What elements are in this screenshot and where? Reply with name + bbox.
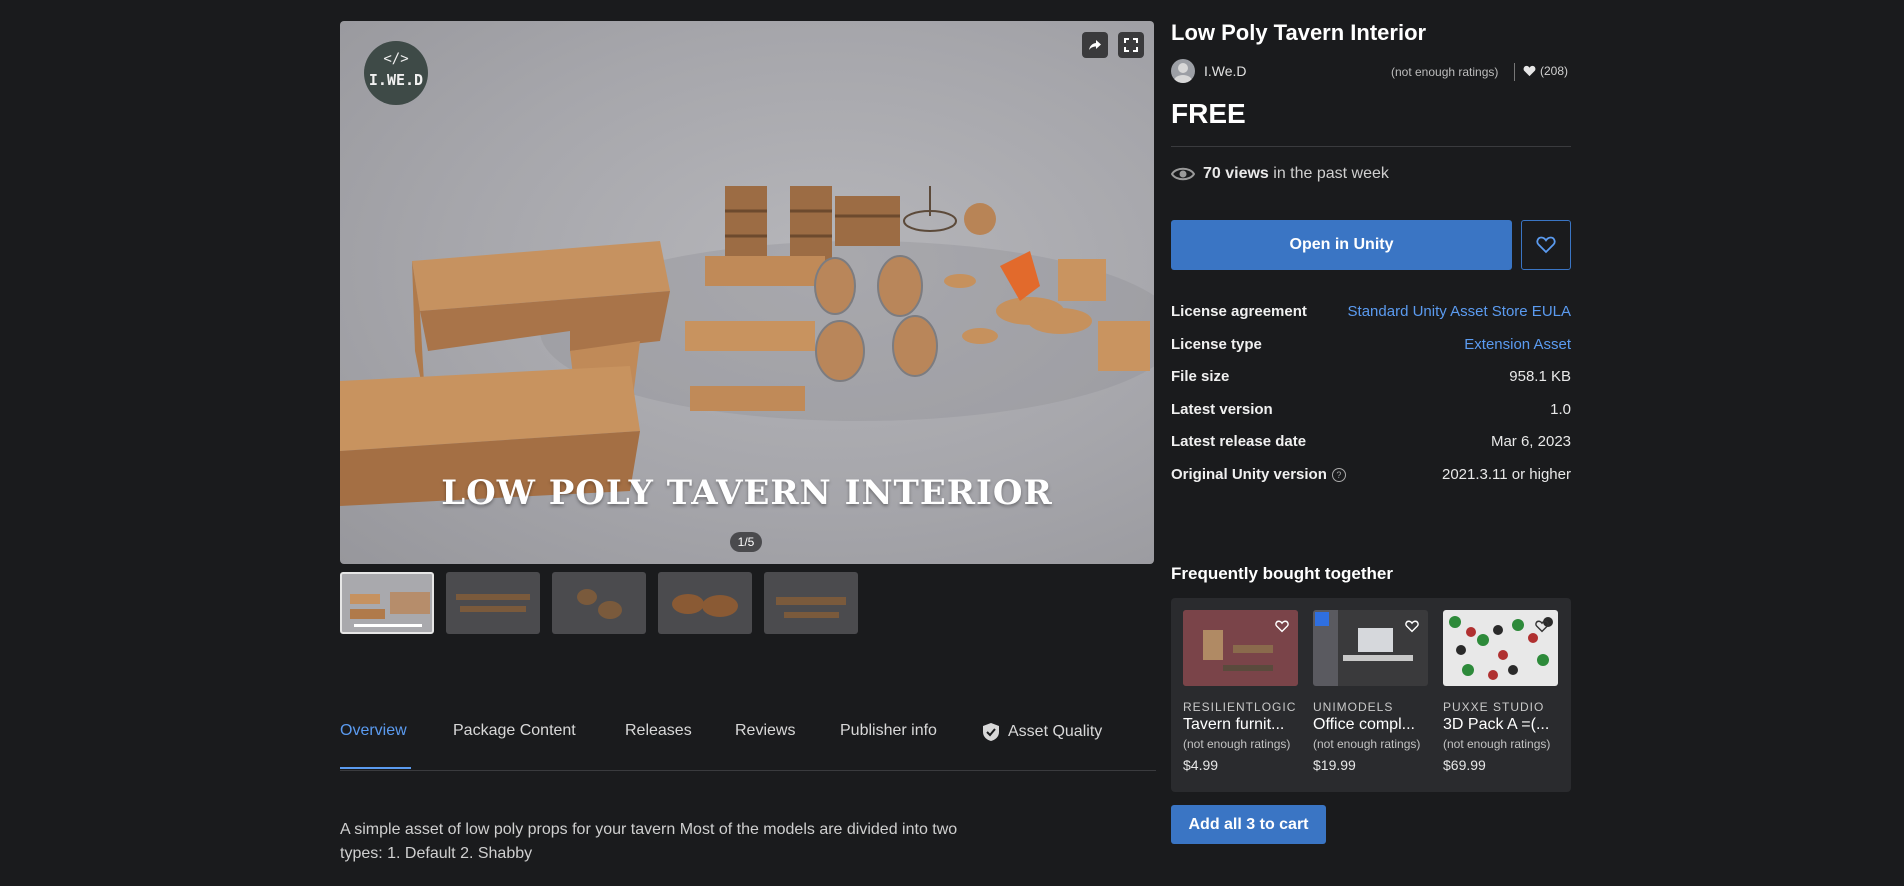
ratings-separator (1514, 63, 1515, 81)
fbt-item-publisher[interactable]: UNIMODELS (1313, 700, 1428, 714)
fbt-favorite-button[interactable] (1272, 616, 1292, 636)
fbt-item-2[interactable]: UNIMODELS Office compl... (not enough ra… (1313, 610, 1428, 773)
image-title-overlay: LOW POLY TAVERN INTERIOR (441, 473, 1053, 513)
heart-outline-icon (1405, 620, 1419, 632)
tab-asset-quality[interactable]: Asset Quality (982, 722, 1102, 742)
fbt-item-name[interactable]: Tavern furnit... (1183, 716, 1298, 734)
detail-value: 1.0 (1550, 401, 1571, 418)
product-description: A simple asset of low poly props for you… (340, 821, 958, 862)
detail-label: Original Unity version ? (1171, 466, 1346, 483)
logo-code: </> (383, 51, 409, 67)
detail-license-type: License type Extension Asset (1171, 336, 1571, 360)
fbt-item-rating: (not enough ratings) (1183, 737, 1291, 751)
license-agreement-link[interactable]: Standard Unity Asset Store EULA (1348, 303, 1571, 320)
shield-check-icon (983, 723, 999, 741)
gallery-thumbnail-2[interactable] (446, 572, 540, 634)
publisher-link[interactable]: I.We.D (1204, 63, 1247, 79)
logo-text: I.WE.D (368, 71, 424, 89)
detail-value: Mar 6, 2023 (1490, 433, 1571, 450)
thumbnail-image (672, 594, 738, 617)
fbt-item-1[interactable]: RESILIENTLOGIC Tavern furnit... (not eno… (1183, 610, 1298, 773)
open-in-unity-button[interactable]: Open in Unity (1171, 220, 1512, 270)
tab-overview[interactable]: Overview (340, 722, 407, 740)
add-to-favorites-button[interactable] (1521, 220, 1571, 270)
add-all-to-cart-button[interactable]: Add all 3 to cart (1171, 805, 1326, 844)
gallery-thumbnail-5[interactable] (764, 572, 858, 634)
heart-outline-icon (1535, 620, 1549, 632)
fbt-item-publisher[interactable]: PUXXE STUDIO (1443, 700, 1558, 714)
fbt-item-3[interactable]: PUXXE STUDIO 3D Pack A =(... (not enough… (1443, 610, 1558, 773)
divider (1171, 146, 1571, 147)
image-counter: 1/5 (730, 532, 762, 552)
tab-package-content[interactable]: Package Content (453, 722, 576, 740)
share-icon (1089, 40, 1101, 50)
fullscreen-button[interactable] (1118, 32, 1144, 58)
fbt-item-name[interactable]: Office compl... (1313, 716, 1428, 734)
fbt-item-image[interactable] (1443, 610, 1558, 686)
publisher-avatar[interactable] (1171, 59, 1195, 83)
tabs-divider (340, 770, 1156, 771)
detail-label-text: Original Unity version (1171, 466, 1327, 483)
ratings-summary[interactable]: (not enough ratings) (1391, 65, 1498, 79)
detail-label: License agreement (1171, 303, 1307, 320)
thumbnail-image (776, 597, 846, 618)
tab-releases[interactable]: Releases (625, 722, 692, 740)
detail-label: License type (1171, 336, 1262, 353)
price: FREE (1171, 98, 1246, 129)
fbt-favorite-button[interactable] (1532, 616, 1552, 636)
eye-icon (1171, 167, 1195, 181)
detail-value: 958.1 KB (1509, 368, 1571, 385)
detail-latest-version: Latest version 1.0 (1171, 401, 1571, 425)
views-count: 70 views (1203, 165, 1269, 182)
detail-unity-version: Original Unity version ? 2021.3.11 or hi… (1171, 466, 1571, 490)
heart-icon (1523, 65, 1536, 77)
fullscreen-icon (1124, 38, 1138, 52)
thumbnail-image (350, 592, 430, 627)
share-button[interactable] (1082, 32, 1108, 58)
thumbnail-image (456, 594, 530, 612)
favorites-count: (208) (1523, 64, 1568, 78)
fbt-item-publisher[interactable]: RESILIENTLOGIC (1183, 700, 1298, 714)
views-stat: 70 views in the past week (1171, 165, 1389, 183)
detail-label: File size (1171, 368, 1230, 385)
gallery-thumbnail-1[interactable] (340, 572, 434, 634)
license-type-link[interactable]: Extension Asset (1464, 336, 1571, 353)
gallery-thumbnail-4[interactable] (658, 572, 752, 634)
help-icon[interactable]: ? (1331, 467, 1346, 482)
tab-asset-quality-label: Asset Quality (1008, 723, 1103, 740)
fbt-favorite-button[interactable] (1402, 616, 1422, 636)
detail-release-date: Latest release date Mar 6, 2023 (1171, 433, 1571, 457)
detail-license-agreement: License agreement Standard Unity Asset S… (1171, 303, 1571, 327)
active-tab-indicator (340, 767, 411, 769)
heart-outline-icon (1536, 236, 1556, 254)
product-title: Low Poly Tavern Interior (1171, 20, 1427, 45)
avatar-image (1174, 63, 1192, 83)
fbt-item-name[interactable]: 3D Pack A =(... (1443, 716, 1558, 734)
fbt-item-rating: (not enough ratings) (1313, 737, 1421, 751)
gallery-thumbnail-3[interactable] (552, 572, 646, 634)
thumbnail-image (577, 589, 622, 619)
detail-label: Latest version (1171, 401, 1273, 418)
fbt-item-image[interactable] (1313, 610, 1428, 686)
detail-value: 2021.3.11 or higher (1442, 466, 1571, 483)
favorites-count-text: (208) (1540, 64, 1569, 78)
fbt-item-image[interactable] (1183, 610, 1298, 686)
fbt-item-rating: (not enough ratings) (1443, 737, 1551, 751)
heart-outline-icon (1275, 620, 1289, 632)
detail-label: Latest release date (1171, 433, 1307, 450)
fbt-item-price: $19.99 (1313, 757, 1356, 773)
fbt-item-price: $69.99 (1443, 757, 1486, 773)
publisher-logo-watermark: </> I.WE.D (364, 41, 428, 105)
tab-publisher-info[interactable]: Publisher info (840, 722, 937, 740)
views-suffix: in the past week (1273, 165, 1389, 182)
fbt-heading: Frequently bought together (1171, 564, 1393, 583)
product-main-image[interactable]: </> I.WE.D LOW POLY TAVERN INTERIOR 1/5 (340, 21, 1154, 564)
fbt-item-price: $4.99 (1183, 757, 1219, 773)
tab-reviews[interactable]: Reviews (735, 722, 795, 740)
detail-file-size: File size 958.1 KB (1171, 368, 1571, 392)
